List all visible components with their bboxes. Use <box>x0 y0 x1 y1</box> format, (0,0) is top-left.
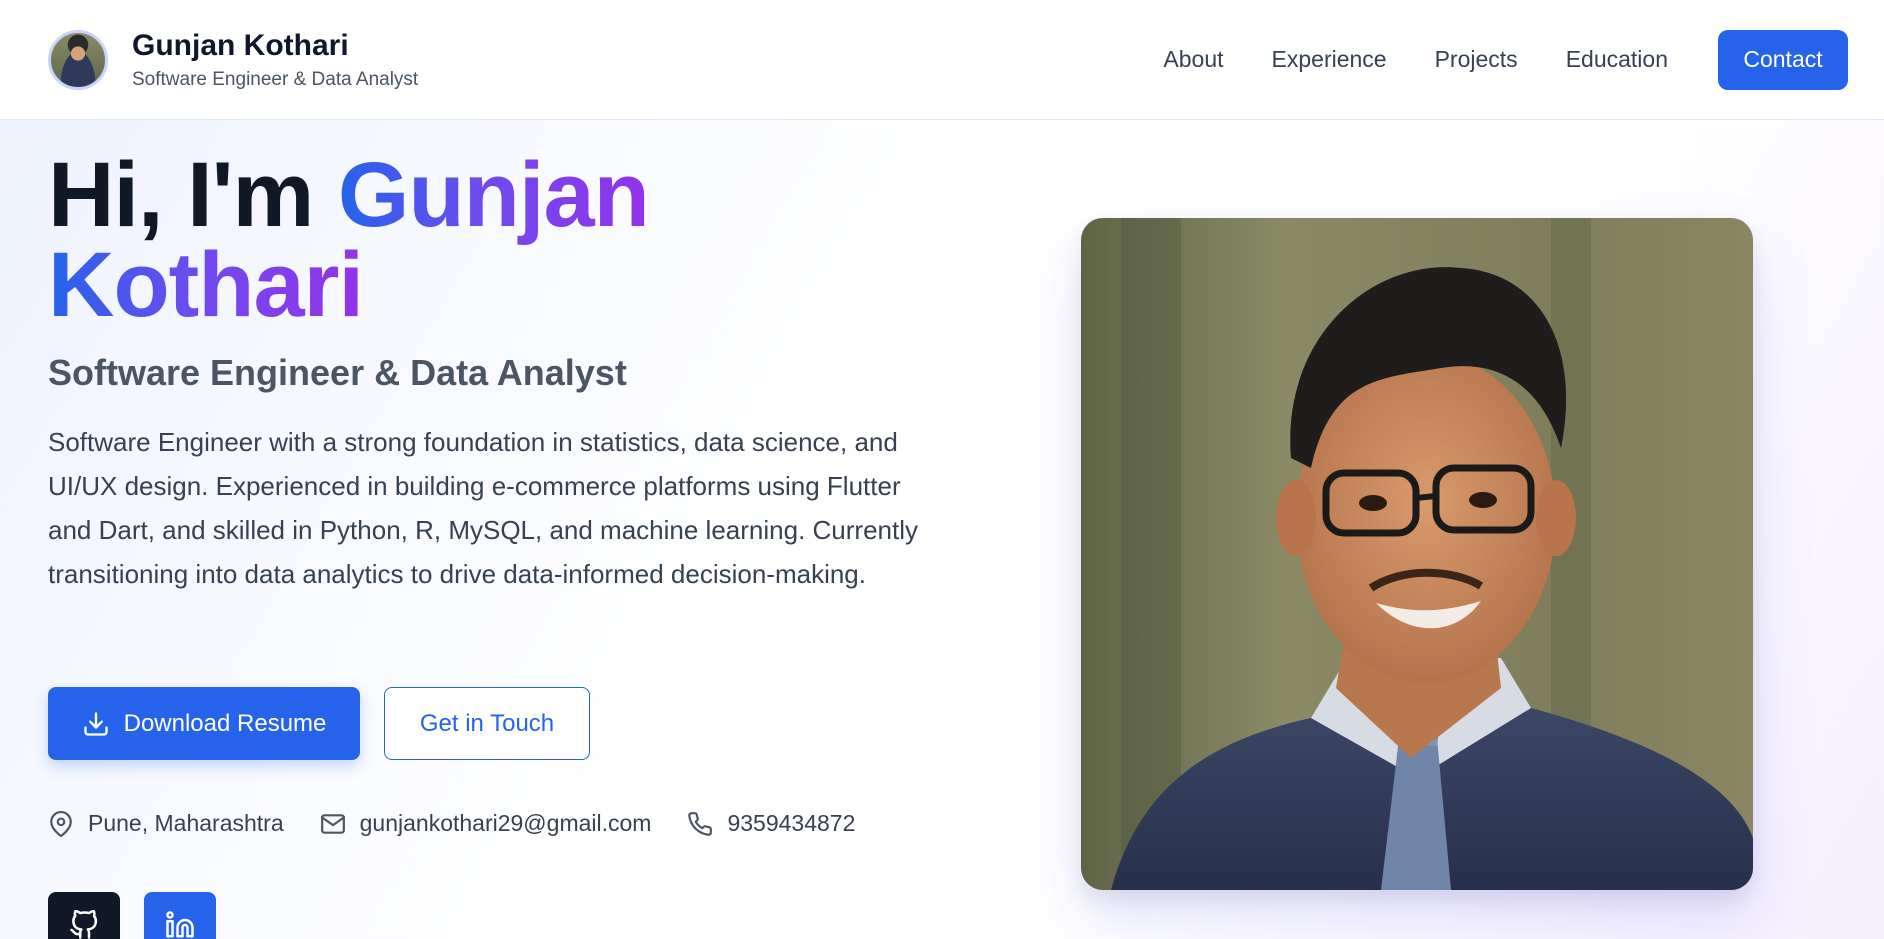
linkedin-link[interactable] <box>144 892 216 939</box>
main-nav: About Experience Projects Education Cont… <box>1163 29 1848 90</box>
phone-text: 9359434872 <box>727 810 856 836</box>
hero-role: Software Engineer & Data Analyst <box>48 352 627 393</box>
linkedin-icon <box>166 911 194 938</box>
download-resume-button[interactable]: Download Resume <box>48 687 360 760</box>
hero-title: Hi, I'm Gunjan Kothari <box>48 149 808 331</box>
phone-item[interactable]: 9359434872 <box>687 810 855 837</box>
github-icon <box>70 910 98 939</box>
phone-icon <box>688 811 713 836</box>
nav-education[interactable]: Education <box>1566 46 1668 73</box>
contact-button[interactable]: Contact <box>1718 29 1848 90</box>
nav-projects[interactable]: Projects <box>1435 46 1518 73</box>
email-text: gunjankothari29@gmail.com <box>359 810 652 836</box>
location-text: Pune, Maharashtra <box>88 810 284 836</box>
location-item: Pune, Maharashtra <box>48 810 284 837</box>
profile-portrait-illustration <box>1081 218 1753 890</box>
brand-text: Gunjan Kothari Software Engineer & Data … <box>132 29 418 91</box>
hero-greeting: Hi, I'm <box>48 144 338 246</box>
hero-description: Software Engineer with a strong foundati… <box>48 427 918 589</box>
get-in-touch-button[interactable]: Get in Touch <box>384 687 590 760</box>
brand[interactable]: Gunjan Kothari Software Engineer & Data … <box>48 29 418 91</box>
mail-icon <box>320 813 345 834</box>
github-link[interactable] <box>48 892 120 939</box>
brand-name: Gunjan Kothari <box>132 28 349 62</box>
avatar <box>48 29 108 90</box>
nav-experience[interactable]: Experience <box>1272 46 1387 73</box>
hero-last-name: Kothari <box>48 234 364 336</box>
map-pin-icon <box>50 810 72 837</box>
hero-first-name: Gunjan <box>337 144 650 246</box>
download-resume-label: Download Resume <box>123 709 327 737</box>
profile-photo <box>1081 218 1753 890</box>
nav-about[interactable]: About <box>1163 46 1223 73</box>
download-icon <box>83 711 108 736</box>
brand-subtitle: Software Engineer & Data Analyst <box>132 68 419 90</box>
email-item[interactable]: gunjankothari29@gmail.com <box>320 810 652 837</box>
site-header: Gunjan Kothari Software Engineer & Data … <box>0 0 1884 120</box>
contact-info: Pune, Maharashtra gunjankothari29@gmail.… <box>48 810 855 837</box>
